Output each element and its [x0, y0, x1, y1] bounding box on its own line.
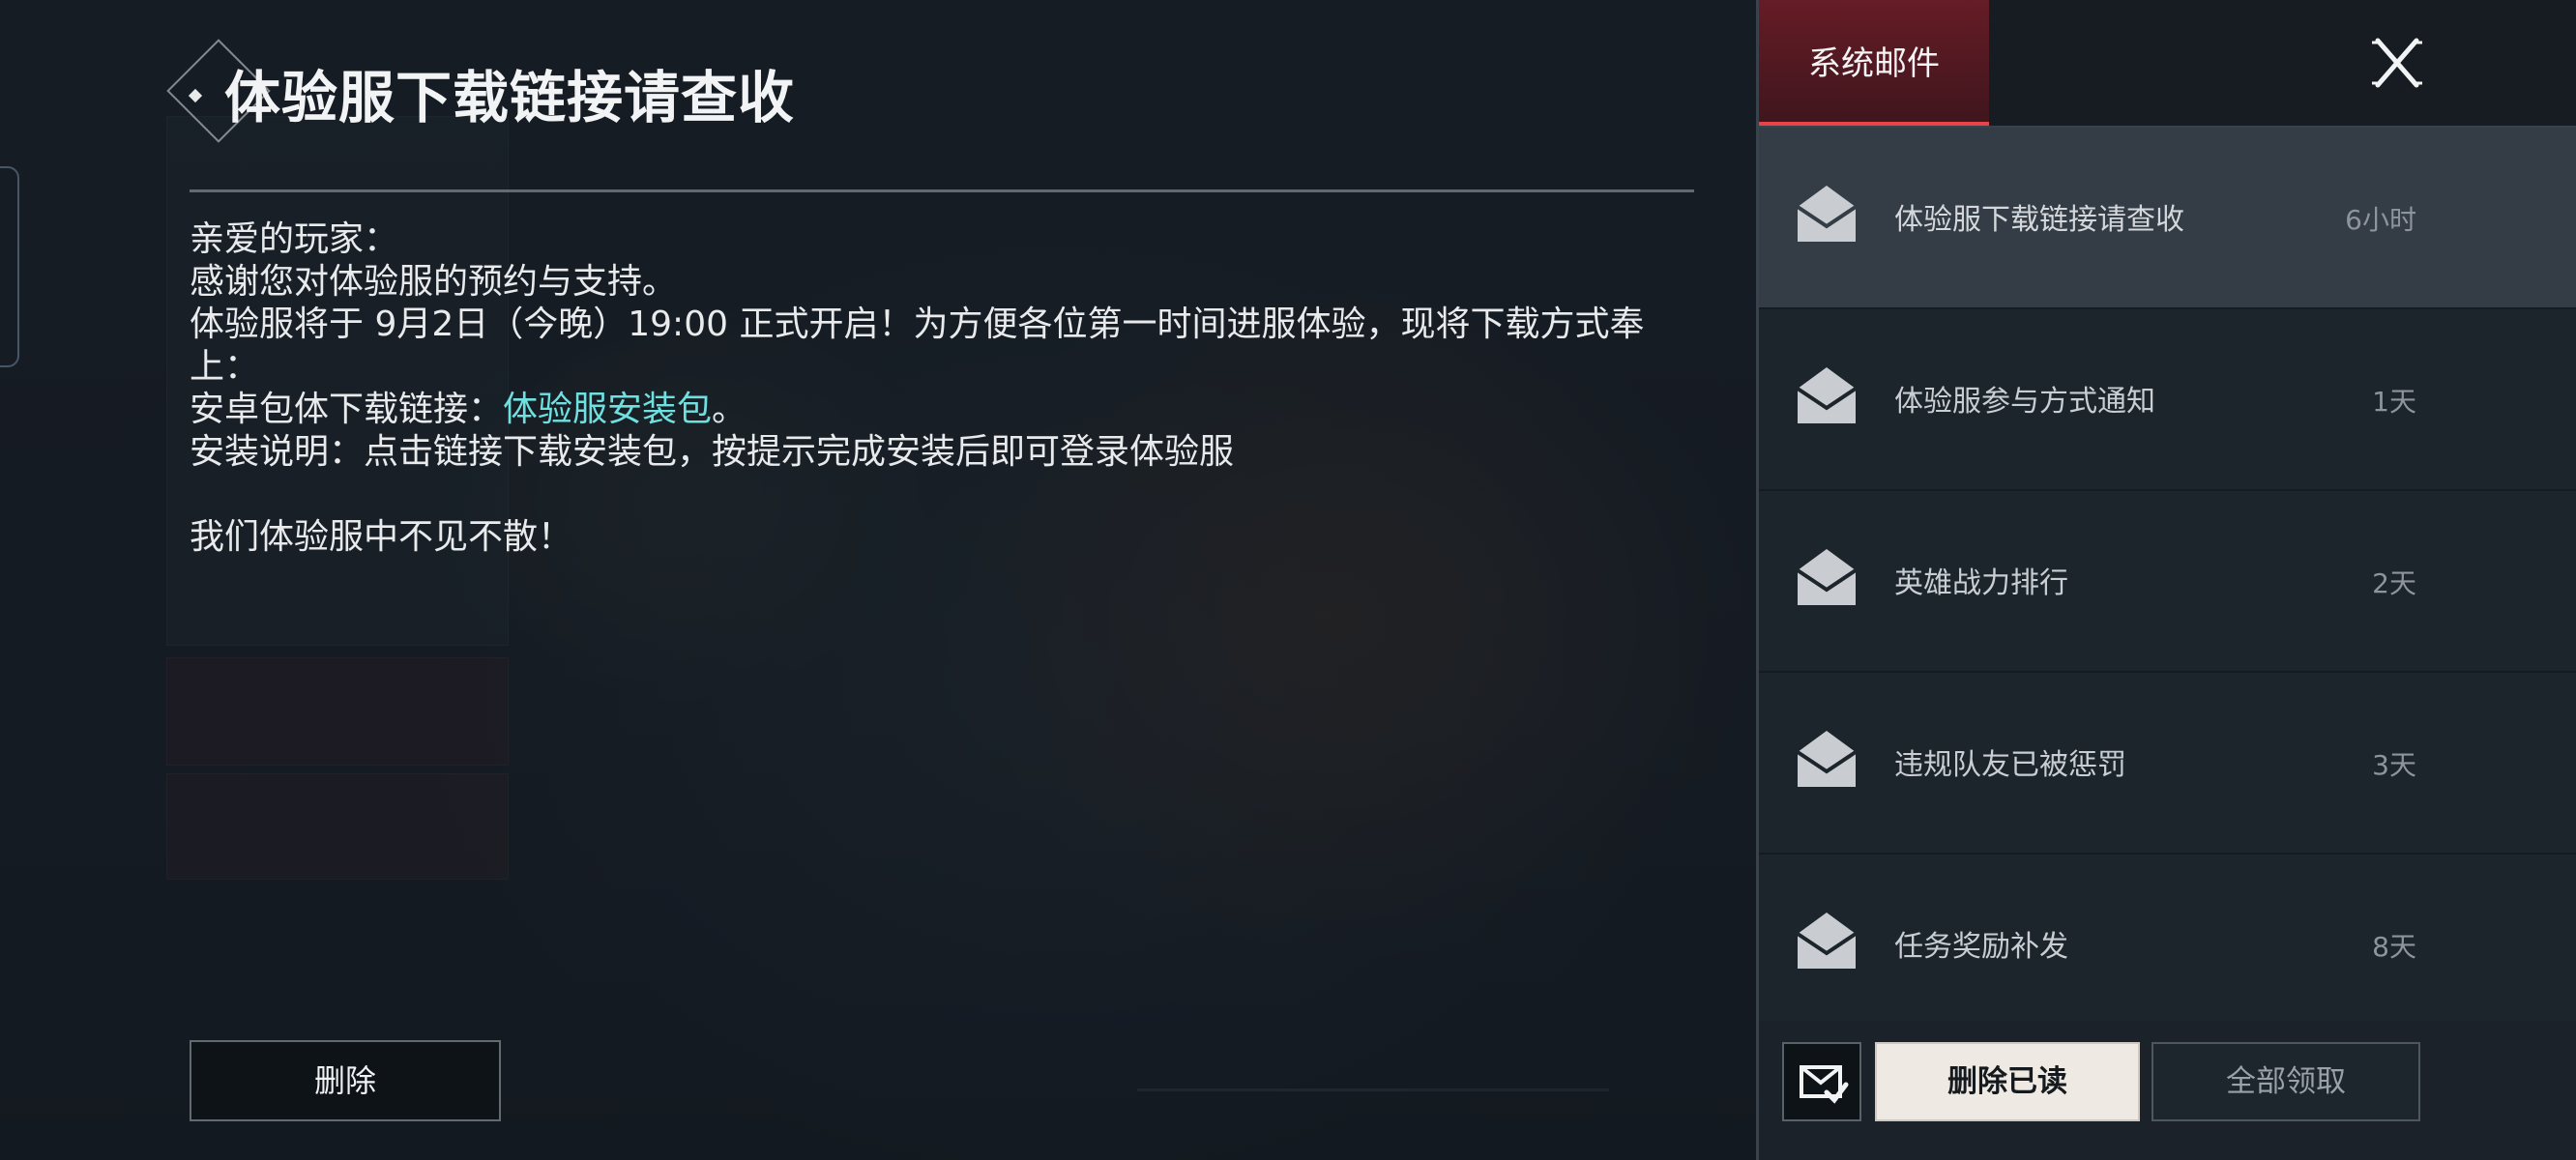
mail-greeting: 亲爱的玩家： — [190, 219, 399, 259]
mail-item[interactable]: 体验服参与方式通知 1天 — [1759, 309, 2576, 491]
mail-check-icon — [1800, 1065, 1849, 1104]
tab-system-mail[interactable]: 系统邮件 — [1759, 0, 1989, 126]
delete-read-button[interactable]: 删除已读 — [1875, 1042, 2140, 1121]
envelope-icon — [1796, 731, 1858, 787]
download-suffix: 。 — [712, 390, 747, 429]
mail-item-title: 体验服下载链接请查收 — [1894, 203, 2184, 237]
envelope-icon — [1796, 367, 1858, 423]
tab-label: 系统邮件 — [1808, 44, 1940, 83]
envelope-icon — [1796, 186, 1858, 242]
mail-closing: 我们体验服中不见不散！ — [190, 517, 573, 557]
mail-detail: 体验服下载链接请查收 亲爱的玩家： 感谢您对体验服的预约与支持。 体验服将于 9… — [0, 0, 1756, 1160]
mail-title: 体验服下载链接请查收 — [224, 65, 796, 130]
mail-item-time: 2天 — [2372, 567, 2416, 599]
mail-item-title: 体验服参与方式通知 — [1894, 385, 2155, 419]
mail-item-title: 违规队友已被惩罚 — [1894, 748, 2126, 782]
envelope-icon — [1796, 913, 1858, 969]
mail-line: 感谢您对体验服的预约与支持。 — [190, 262, 678, 302]
close-icon — [2372, 38, 2422, 88]
mark-read-button[interactable] — [1782, 1042, 1861, 1121]
mail-body: 亲爱的玩家： 感谢您对体验服的预约与支持。 体验服将于 9月2日（今晚）19:0… — [190, 218, 1698, 559]
download-label: 安卓包体下载链接： — [190, 390, 504, 429]
divider — [190, 189, 1694, 192]
mail-item-title: 任务奖励补发 — [1894, 930, 2068, 964]
mail-line: 安装说明：点击链接下载安装包，按提示完成安装后即可登录体验服 — [190, 432, 1235, 472]
mail-item[interactable]: 违规队友已被惩罚 3天 — [1759, 673, 2576, 855]
mail-item[interactable]: 英雄战力排行 2天 — [1759, 491, 2576, 673]
mail-item[interactable]: 任务奖励补发 8天 — [1759, 855, 2576, 1040]
tab-underline — [1759, 122, 1989, 126]
delete-button[interactable]: 删除 — [190, 1040, 501, 1121]
panel-footer: 删除已读 全部领取 — [1759, 1021, 2576, 1160]
envelope-icon — [1796, 549, 1858, 605]
mail-item-time: 3天 — [2372, 749, 2416, 781]
mail-line: 体验服将于 9月2日（今晚）19:00 正式开启！为方便各位第一时间进服体验，现… — [190, 304, 1645, 387]
mail-item[interactable]: 体验服下载链接请查收 6小时 — [1759, 128, 2576, 309]
panel-header: 系统邮件 — [1759, 0, 2576, 128]
close-button[interactable] — [2358, 29, 2436, 97]
mail-item-time: 1天 — [2372, 386, 2416, 418]
download-link[interactable]: 体验服安装包 — [503, 390, 712, 429]
mail-line-download: 安卓包体下载链接：体验服安装包。 — [190, 389, 1698, 431]
mail-item-time: 6小时 — [2345, 204, 2416, 236]
mail-item-title: 英雄战力排行 — [1894, 566, 2068, 600]
mail-item-time: 8天 — [2372, 931, 2416, 963]
claim-all-button[interactable]: 全部领取 — [2152, 1042, 2420, 1121]
mail-panel: 系统邮件 体验服下载链接请查收 6小时 体验服参与方式通知 1天 英雄战力排行 … — [1756, 0, 2576, 1160]
mail-list: 体验服下载链接请查收 6小时 体验服参与方式通知 1天 英雄战力排行 2天 违规… — [1759, 128, 2576, 1040]
